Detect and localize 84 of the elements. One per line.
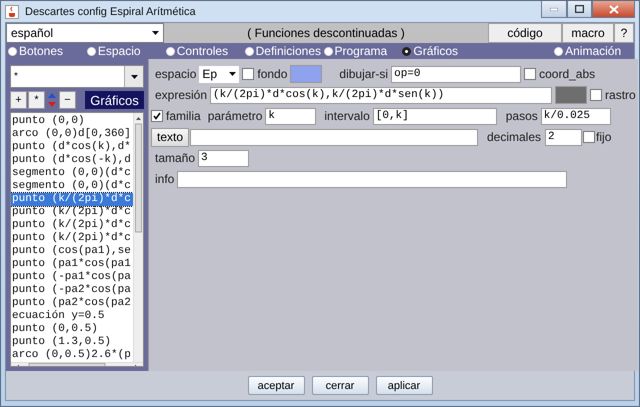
expression-field[interactable]: (k/(2pi)*d*cos(k),k/(2pi)*d*sen(k)) [210,86,552,104]
java-cup-icon [5,4,19,18]
panel-heading: Gráficos [85,91,144,109]
color-swatch[interactable] [290,65,322,83]
checkbox-label: rastro [605,88,636,102]
list-item[interactable]: ecuación y=0.5 [11,310,133,323]
list-button[interactable]: * [28,91,45,109]
text-button[interactable]: texto [151,128,189,146]
checkbox[interactable] [242,68,254,80]
close-icon [608,4,618,14]
checkbox[interactable] [524,68,536,80]
dialog-button[interactable]: cerrar [312,376,368,395]
decimals-field[interactable]: 2 [545,128,582,146]
maximize-button[interactable] [567,1,592,18]
size-field[interactable]: 3 [198,150,250,166]
color-swatch[interactable] [555,86,588,104]
list-item[interactable]: punto (1.3,0.5) [11,336,133,349]
minimize-icon [550,8,558,10]
language-dropdown[interactable]: español [6,23,164,43]
space-select[interactable]: Ep [199,66,240,82]
checkbox-label: familia [166,109,201,123]
vertical-scrollbar-icon[interactable] [135,115,142,233]
list-item[interactable]: punto (k/(2pi)*d*c [11,206,133,219]
minimize-button[interactable] [541,1,567,18]
dialog-button[interactable]: aceptar [248,376,304,395]
check-icon [153,112,161,120]
checkbox[interactable] [590,89,602,101]
list-button[interactable]: − [59,91,76,109]
list-item[interactable]: punto (k/(2pi)*d*c [11,232,133,245]
field-label: info [155,172,174,186]
list-item[interactable]: punto (pa1*cos(pa1 [11,258,133,271]
field-label: parámetro [208,109,262,123]
toolbar-button[interactable]: macro [562,23,614,43]
window-title: Descartes config Espiral Arítmética [25,6,196,18]
dialog-button[interactable]: aplicar [376,376,432,395]
list-item[interactable]: punto (pa2*cos(pa2 [11,297,133,310]
field-label: pasos [506,109,538,123]
condition-field[interactable]: op=0 [391,66,522,82]
field-label: dibujar-si [339,67,388,81]
tab[interactable]: Definiciones [242,44,322,58]
checkbox[interactable] [583,131,596,143]
caret-icon [152,31,159,35]
list-item[interactable]: arco (0,0.5)2.6*(p [11,349,133,362]
field-label: tamaño [155,151,196,165]
tab[interactable]: Controles [164,44,243,58]
list-item[interactable]: punto (-pa2*cos(pa [11,284,133,297]
field-label: intervalo [324,109,370,123]
filter-combo[interactable]: * [10,65,144,88]
list-item[interactable]: punto (-pa1*cos(pa [11,271,133,284]
interval-field[interactable]: [0,k] [372,108,497,124]
list-item[interactable]: punto (d*cos(-k),d [11,154,133,167]
list-item[interactable]: punto (0,0) [11,115,133,128]
info-field[interactable] [177,170,568,188]
toolbar-button[interactable]: código [488,23,562,43]
list-item[interactable]: punto (cos(pa1),se [11,245,133,258]
tab[interactable]: Animación [552,44,634,58]
field-label: decimales [487,130,542,144]
checkbox-label: fondo [257,67,288,81]
field-label: expresión [155,88,208,102]
checkbox-label: coord_abs [539,67,596,81]
caret-icon [229,72,236,76]
tab[interactable]: Espacio [84,44,164,58]
maximize-icon [575,5,584,13]
list-button[interactable]: + [10,91,27,109]
close-button[interactable] [592,1,635,18]
tab[interactable]: Botones [6,44,85,58]
field-label: espacio [155,67,196,81]
list-item[interactable]: segmento (0,0)(d*c [11,180,133,193]
caret-icon [130,74,138,78]
checkbox[interactable] [151,110,163,122]
tab[interactable]: Gráficos [400,44,552,58]
status-label: ( Funciones descontinuadas ) [246,26,406,40]
list-item[interactable]: punto (k/(2pi)*d*c [11,193,133,206]
parameter-field[interactable]: k [265,108,316,124]
list-item[interactable]: punto (0,0.5) [11,323,133,336]
toolbar-button[interactable]: ? [614,23,634,43]
checkbox-label: fijo [596,130,612,144]
steps-field[interactable]: k/0.025 [540,108,611,124]
tab[interactable]: Programa [322,44,400,58]
list-item[interactable]: arco (0,0)d[0,360] [11,128,133,141]
list-item[interactable]: punto (k/(2pi)*d*c [11,219,133,232]
text-field[interactable] [190,128,478,146]
list-item[interactable]: punto (d*cos(k),d* [11,141,133,154]
list-item[interactable]: segmento (0,0)(d*c [11,167,133,180]
